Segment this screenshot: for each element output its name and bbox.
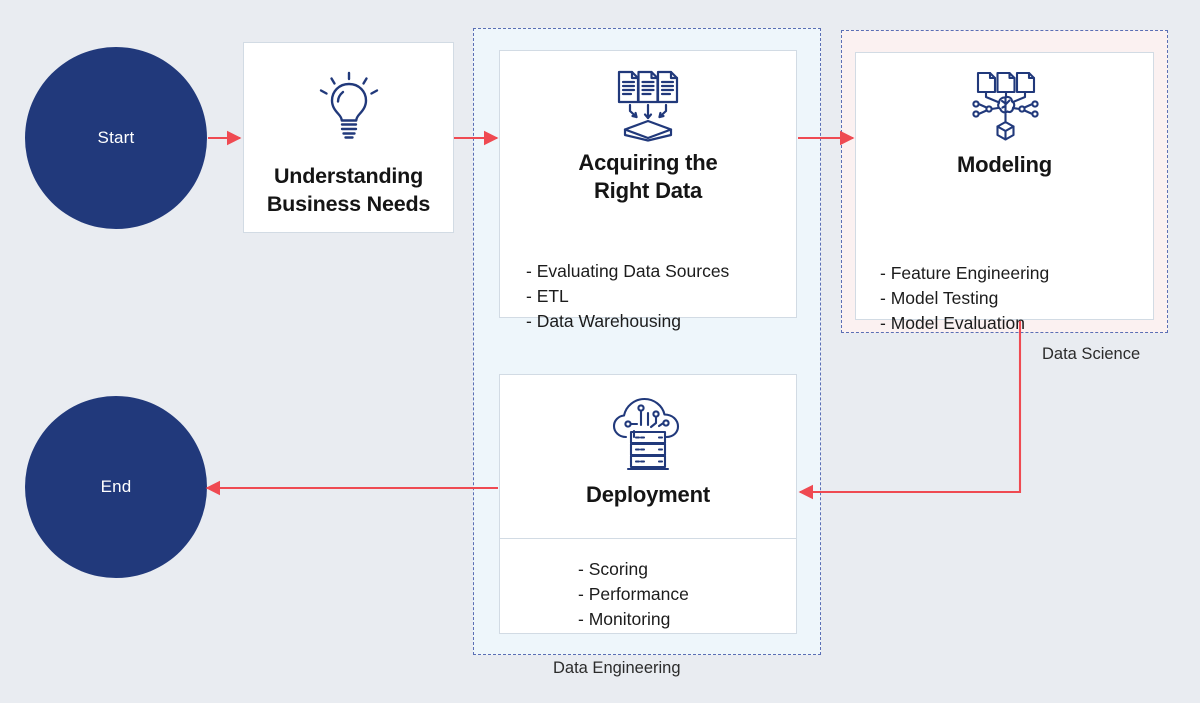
card-title-line-1: Modeling	[957, 152, 1052, 177]
list-item: - Scoring	[578, 559, 649, 579]
card-title-line-1: Understanding	[273, 164, 424, 188]
card-list: - Evaluating Data Sources - ETL - Data W…	[500, 247, 796, 334]
card-header: Understanding Business Needs	[244, 43, 453, 254]
documents-into-tray-icon	[608, 69, 688, 143]
card-header: Modeling	[856, 53, 1153, 249]
start-node-label: Start	[97, 128, 135, 147]
end-node-label: End	[100, 477, 132, 496]
card-deployment[interactable]: Deployment - Scoring - Performance - Mon…	[499, 374, 797, 634]
start-node[interactable]: Start	[25, 47, 207, 229]
connector-modeling-to-deployment	[798, 321, 1022, 500]
list-item: - ETL	[526, 285, 569, 306]
card-title-line-1: Deployment	[586, 482, 710, 507]
list-item: - Performance	[578, 583, 689, 604]
end-node[interactable]: End	[25, 396, 207, 578]
card-understanding-business-needs[interactable]: Understanding Business Needs	[243, 42, 454, 233]
card-title-line-2: Right Data	[593, 178, 702, 204]
list-item: - Data Warehousing	[526, 310, 681, 331]
card-modeling[interactable]: Modeling - Feature Engineering - Model T…	[855, 52, 1154, 333]
card-acquiring-the-right-data[interactable]: Acquiring the Right Data - Evaluating Da…	[499, 50, 797, 331]
card-title: Acquiring the Right Data	[578, 149, 717, 205]
card-list: - Feature Engineering - Model Testing - …	[856, 249, 1153, 336]
list-item: - Evaluating Data Sources	[526, 261, 730, 281]
card-title: Understanding Business Needs	[266, 163, 431, 218]
group-label-data-science: Data Science	[1042, 345, 1141, 363]
card-header: Acquiring the Right Data	[500, 51, 796, 247]
card-list: - Scoring - Performance - Monitoring	[500, 539, 796, 633]
card-title: Deployment	[586, 481, 710, 509]
card-header: Deployment	[500, 375, 796, 538]
list-item: - Model Evaluation	[880, 312, 1025, 333]
card-title-line-1: Acquiring the	[578, 150, 718, 175]
list-item: - Model Testing	[880, 287, 999, 308]
lightbulb-icon	[318, 65, 380, 149]
list-item: - Monitoring	[578, 608, 671, 629]
neural-network-documents-icon	[966, 71, 1044, 145]
card-title-line-2: Business Needs	[266, 191, 431, 216]
diagram-canvas: Data Engineering Data Science Start End	[0, 0, 1200, 703]
list-item: - Feature Engineering	[880, 263, 1050, 283]
group-label-data-engineering: Data Engineering	[553, 659, 681, 677]
cloud-server-icon	[606, 393, 690, 479]
card-title: Modeling	[957, 151, 1052, 179]
